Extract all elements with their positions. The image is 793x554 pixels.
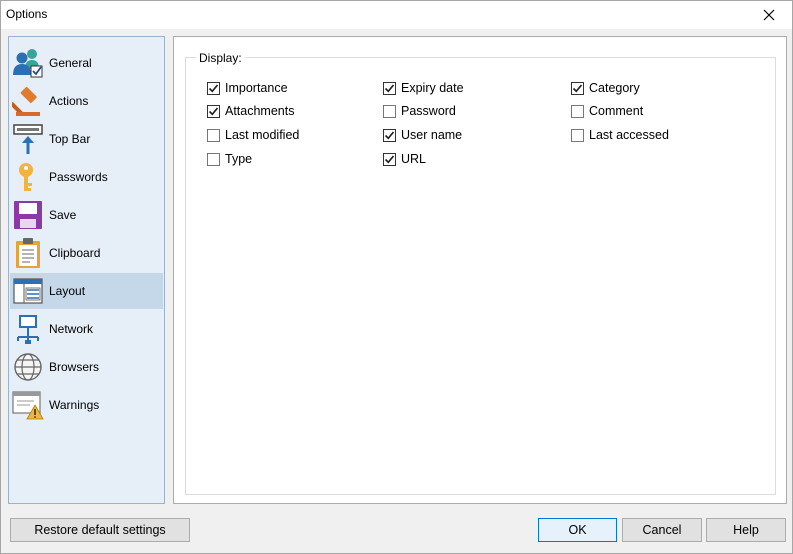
checkbox-category[interactable]: Category <box>571 80 640 96</box>
checkbox-unchecked-icon <box>571 104 584 118</box>
sidebar-item-clipboard[interactable]: Clipboard <box>10 235 163 271</box>
checkbox-password[interactable]: Password <box>383 103 456 119</box>
sidebar-item-label: Warnings <box>49 398 100 412</box>
layout-window-icon <box>12 275 44 307</box>
sidebar-item-label: Top Bar <box>49 132 91 146</box>
checkbox-type[interactable]: Type <box>207 151 252 167</box>
category-sidebar: General Actions Top Bar Passwords Save C… <box>8 36 165 504</box>
close-button[interactable] <box>746 1 792 29</box>
clipboard-icon <box>12 237 44 269</box>
checkbox-checked-icon <box>383 128 396 142</box>
checkbox-checked-icon <box>571 81 584 95</box>
sidebar-item-actions[interactable]: Actions <box>10 83 163 119</box>
checkbox-unchecked-icon <box>383 104 396 118</box>
globe-icon <box>12 351 44 383</box>
ok-button[interactable]: OK <box>538 518 617 542</box>
sidebar-item-network[interactable]: Network <box>10 311 163 347</box>
users-check-icon <box>12 47 44 79</box>
sidebar-item-layout[interactable]: Layout <box>10 273 163 309</box>
sidebar-item-label: Network <box>49 322 94 336</box>
sidebar-item-general[interactable]: General <box>10 45 163 81</box>
checkbox-user-name[interactable]: User name <box>383 127 462 143</box>
checkbox-importance[interactable]: Importance <box>207 80 288 96</box>
checkbox-unchecked-icon <box>207 152 220 166</box>
sidebar-item-save[interactable]: Save <box>10 197 163 233</box>
options-dialog: Options General Actions Top Bar Password… <box>0 0 793 554</box>
floppy-disk-icon <box>12 199 44 231</box>
checkbox-unchecked-icon <box>571 128 584 142</box>
sidebar-item-label: Layout <box>49 284 86 298</box>
close-icon <box>763 9 775 21</box>
sidebar-item-label: General <box>49 56 92 70</box>
sidebar-item-top-bar[interactable]: Top Bar <box>10 121 163 157</box>
sidebar-item-browsers[interactable]: Browsers <box>10 349 163 385</box>
checkbox-checked-icon <box>207 104 220 118</box>
network-monitor-icon <box>12 313 44 345</box>
warning-window-icon <box>12 389 44 421</box>
checkbox-checked-icon <box>207 81 220 95</box>
checkbox-comment[interactable]: Comment <box>571 103 643 119</box>
sidebar-item-label: Save <box>49 208 77 222</box>
checkbox-unchecked-icon <box>207 128 220 142</box>
sidebar-item-label: Browsers <box>49 360 100 374</box>
checkbox-checked-icon <box>383 152 396 166</box>
restore-defaults-button[interactable]: Restore default settings <box>10 518 190 542</box>
sidebar-item-label: Actions <box>49 94 89 108</box>
sidebar-item-label: Passwords <box>49 170 108 184</box>
gavel-icon <box>12 85 44 117</box>
cancel-button[interactable]: Cancel <box>622 518 702 542</box>
window-title: Options <box>6 7 48 21</box>
checkbox-checked-icon <box>383 81 396 95</box>
checkbox-last-accessed[interactable]: Last accessed <box>571 127 669 143</box>
title-bar: Options <box>1 1 792 29</box>
checkbox-last-modified[interactable]: Last modified <box>207 127 299 143</box>
display-groupbox <box>185 57 776 495</box>
help-button[interactable]: Help <box>706 518 786 542</box>
display-group-title: Display: <box>196 51 245 65</box>
settings-panel: Display: Importance Expiry date Category <box>173 36 787 504</box>
sidebar-item-passwords[interactable]: Passwords <box>10 159 163 195</box>
checkbox-attachments[interactable]: Attachments <box>207 103 294 119</box>
sidebar-item-warnings[interactable]: Warnings <box>10 387 163 423</box>
sidebar-item-label: Clipboard <box>49 246 101 260</box>
checkbox-url[interactable]: URL <box>383 151 426 167</box>
checkbox-expiry-date[interactable]: Expiry date <box>383 80 464 96</box>
key-icon <box>12 161 44 193</box>
topbar-arrow-icon <box>12 123 44 155</box>
